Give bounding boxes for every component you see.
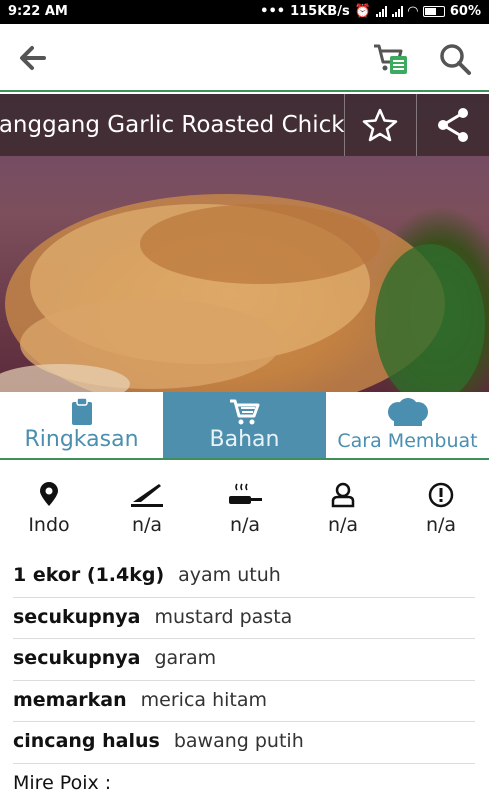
meta-value: n/a	[327, 514, 359, 536]
ingredient-name: ayam utuh	[178, 564, 281, 586]
status-icons: ••• 115KB/s ⏰ ◠ 60%	[260, 4, 481, 19]
meta-prep: n/a	[98, 482, 196, 536]
list-item: secukupnya mustard pasta	[13, 598, 475, 639]
meta-value: n/a	[229, 514, 261, 536]
cart-icon	[229, 399, 259, 425]
meta-value: n/a	[425, 514, 457, 536]
recipe-image: Panggang Garlic Roasted Chicken	[0, 94, 489, 392]
meta-value: Indo	[28, 514, 70, 536]
divider	[344, 94, 345, 156]
status-bar: 9:22 AM ••• 115KB/s ⏰ ◠ 60%	[0, 0, 489, 24]
clipboard-icon	[71, 398, 92, 425]
chef-hat-icon	[387, 398, 428, 426]
battery-icon	[422, 6, 445, 17]
ingredient-qty: secukupnya	[13, 647, 141, 669]
list-item: Mire Poix :	[13, 764, 475, 800]
recipe-tabs: Ringkasan Bahan Cara Membuat	[0, 392, 489, 460]
star-outline-icon[interactable]	[362, 108, 398, 142]
alert-circle-icon	[428, 482, 454, 508]
recipe-meta: Indo n/a n/a n/a n/a	[0, 482, 489, 544]
ingredient-section: Mire Poix :	[13, 771, 112, 794]
location-pin-icon	[40, 482, 58, 506]
meta-value: n/a	[131, 514, 163, 536]
network-speed: 115KB/s	[290, 4, 350, 19]
wifi-icon: ◠	[407, 4, 418, 19]
ingredient-name: bawang putih	[173, 730, 304, 752]
more-dots-icon: •••	[260, 4, 286, 19]
chef-person-icon	[331, 482, 355, 508]
battery-level: 60%	[449, 4, 481, 19]
shopping-list-icon[interactable]	[372, 42, 408, 76]
list-item: 1 ekor (1.4kg) ayam utuh	[13, 556, 475, 598]
tab-bahan[interactable]: Bahan	[163, 392, 326, 458]
recipe-title: Panggang Garlic Roasted Chicken	[0, 112, 344, 138]
tab-ringkasan[interactable]: Ringkasan	[0, 392, 163, 458]
ingredient-list: 1 ekor (1.4kg) ayam utuh secukupnya mustar…	[13, 556, 475, 800]
status-time: 9:22 AM	[8, 4, 68, 19]
ingredient-name: mustard pasta	[154, 605, 293, 628]
ingredient-name: garam	[154, 647, 217, 669]
pan-icon	[229, 483, 262, 504]
ingredient-qty: secukupnya	[13, 605, 141, 628]
search-icon[interactable]	[438, 42, 472, 76]
list-item: cincang halus bawang putih	[13, 722, 475, 764]
tab-cara-membuat[interactable]: Cara Membuat	[326, 392, 489, 458]
arrow-left-icon[interactable]	[16, 42, 50, 74]
tab-label: Cara Membuat	[337, 430, 478, 452]
ingredient-qty: 1 ekor (1.4kg)	[13, 564, 165, 586]
meta-difficulty: n/a	[392, 482, 489, 536]
divider	[416, 94, 417, 156]
tab-label: Bahan	[209, 427, 280, 452]
signal-2-icon	[391, 6, 403, 17]
ingredient-qty: memarkan	[13, 688, 127, 711]
ingredient-qty: cincang halus	[13, 730, 160, 752]
share-icon[interactable]	[434, 106, 472, 144]
tab-label: Ringkasan	[24, 427, 139, 452]
meta-origin: Indo	[0, 482, 98, 536]
meta-chef: n/a	[294, 482, 392, 536]
list-item: memarkan merica hitam	[13, 681, 475, 722]
meta-cook: n/a	[196, 482, 294, 536]
knife-icon	[131, 484, 163, 507]
alarm-icon: ⏰	[354, 4, 371, 19]
list-item: secukupnya garam	[13, 639, 475, 681]
ingredient-name: merica hitam	[140, 688, 268, 711]
app-bar	[0, 24, 489, 92]
signal-icon	[375, 6, 387, 17]
